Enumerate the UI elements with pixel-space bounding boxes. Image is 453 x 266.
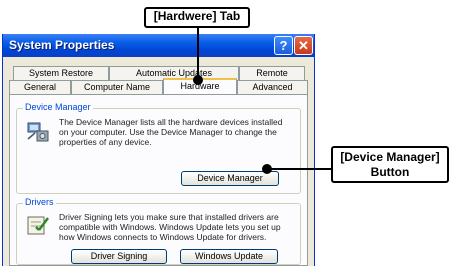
- device-manager-leader: [268, 168, 331, 170]
- driver-signing-button-label: Driver Signing: [90, 251, 148, 261]
- device-manager-button-label: Device Manager: [197, 173, 263, 183]
- driver-signing-icon: [27, 216, 49, 235]
- drivers-group: Drivers Driver Signing lets you make sur…: [16, 197, 301, 265]
- device-manager-group: Device Manager The Device Manager lists …: [16, 102, 301, 194]
- tab-remote[interactable]: Remote: [239, 66, 305, 80]
- close-icon: ✕: [298, 38, 309, 53]
- device-manager-callout: [Device Manager] Button: [331, 146, 449, 183]
- device-manager-leader-dot: [262, 164, 272, 174]
- tab-general[interactable]: General: [9, 80, 71, 94]
- hardware-tab-panel: Device Manager The Device Manager lists …: [9, 94, 308, 266]
- device-manager-callout-line2: Button: [370, 165, 410, 179]
- device-manager-icon: [27, 122, 49, 142]
- device-manager-description: The Device Manager lists all the hardwar…: [59, 117, 283, 147]
- drivers-group-title: Drivers: [23, 197, 56, 207]
- hardware-tab-leader-vertical: [197, 28, 199, 80]
- driver-signing-button[interactable]: Driver Signing: [71, 249, 167, 264]
- close-button[interactable]: ✕: [294, 36, 313, 55]
- tab-system-restore[interactable]: System Restore: [13, 66, 109, 80]
- windows-update-button-label: Windows Update: [194, 251, 264, 261]
- screenshot-stage: [Hardwere] Tab [Device Manager] Button S…: [0, 0, 453, 266]
- windows-update-button[interactable]: Windows Update: [180, 249, 278, 264]
- title-bar[interactable]: System Properties ? ✕: [3, 34, 314, 57]
- system-properties-window: System Properties ? ✕ System Restore Aut…: [2, 34, 315, 266]
- hardware-tab-callout: [Hardwere] Tab: [144, 7, 250, 28]
- window-title: System Properties: [9, 38, 115, 52]
- hardware-tab-leader-dot: [193, 75, 203, 85]
- device-manager-group-title: Device Manager: [23, 102, 93, 112]
- hardware-tab-callout-text: [Hardwere] Tab: [153, 9, 241, 23]
- help-icon: ?: [279, 38, 288, 53]
- device-manager-callout-line1: [Device Manager]: [340, 150, 440, 164]
- tab-advanced[interactable]: Advanced: [237, 80, 308, 94]
- tab-computer-name[interactable]: Computer Name: [71, 80, 163, 94]
- help-button[interactable]: ?: [274, 36, 293, 55]
- drivers-description: Driver Signing lets you make sure that i…: [59, 212, 281, 242]
